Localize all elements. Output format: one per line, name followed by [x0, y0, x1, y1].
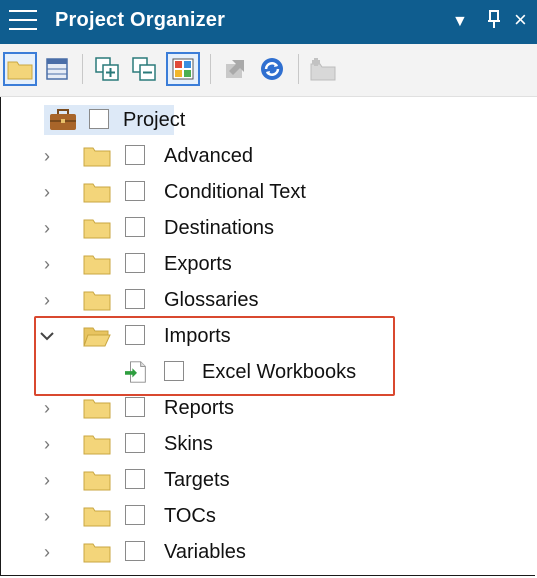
color-tiles-icon	[172, 58, 194, 80]
tree-item-destinations[interactable]: › Destinations	[0, 210, 520, 246]
folder-icon	[83, 255, 111, 275]
folder-icon	[83, 471, 111, 491]
tree-checkbox[interactable]	[125, 433, 145, 453]
folder-icon	[83, 543, 111, 563]
tree-checkbox[interactable]	[125, 289, 145, 309]
tree-item-conditional-text[interactable]: › Conditional Text	[0, 174, 520, 210]
folder-icon	[83, 183, 111, 203]
tree-checkbox[interactable]	[125, 469, 145, 489]
collapse-all-button[interactable]	[127, 52, 161, 86]
tree-item-label: Glossaries	[164, 289, 259, 311]
tree-item-advanced[interactable]: › Advanced	[0, 138, 520, 174]
refresh-icon	[261, 58, 283, 80]
tree-item-label: TOCs	[164, 505, 216, 527]
tree-checkbox[interactable]	[125, 397, 145, 417]
chevron-right-icon[interactable]: ›	[37, 396, 57, 420]
folder-view-icon	[7, 61, 33, 80]
chevron-right-icon[interactable]: ›	[37, 432, 57, 456]
panel-titlebar: Project Organizer ▼ ×	[0, 0, 537, 44]
close-icon[interactable]: ×	[514, 8, 527, 32]
chevron-right-icon[interactable]: ›	[37, 180, 57, 204]
tree-item-label: Conditional Text	[164, 181, 306, 203]
folder-icon	[83, 291, 111, 311]
tree-item-label: Skins	[164, 433, 213, 455]
chevron-right-icon[interactable]: ›	[37, 252, 57, 276]
tree-item-label: Project	[123, 109, 186, 131]
tree-checkbox[interactable]	[125, 217, 145, 237]
expand-all-icon	[95, 57, 119, 81]
folder-icon	[83, 219, 111, 239]
tree-item-glossaries[interactable]: › Glossaries	[0, 282, 520, 318]
chevron-right-icon[interactable]: ›	[37, 540, 57, 564]
grid-view-icon	[46, 58, 68, 80]
tree-checkbox[interactable]	[125, 505, 145, 525]
tree-checkbox[interactable]	[125, 145, 145, 165]
chevron-right-icon[interactable]: ›	[37, 144, 57, 168]
chevron-right-icon[interactable]: ›	[37, 288, 57, 312]
collapse-all-icon	[132, 57, 156, 81]
new-folder-button[interactable]	[306, 52, 340, 86]
panel-title: Project Organizer	[55, 9, 226, 31]
tree-item-label: Reports	[164, 397, 235, 419]
tree-item-label: Targets	[164, 469, 230, 491]
tree-item-skins[interactable]: › Skins	[0, 426, 520, 462]
tree-root-project[interactable]: Project	[0, 102, 520, 138]
refresh-button[interactable]	[255, 52, 289, 86]
folder-icon	[83, 399, 111, 419]
grid-view-button[interactable]	[40, 52, 74, 86]
tree-item-label: Variables	[164, 541, 246, 563]
briefcase-icon	[50, 109, 76, 130]
folder-icon	[83, 507, 111, 527]
folder-view-button[interactable]	[3, 52, 37, 86]
tree-item-targets[interactable]: › Targets	[0, 462, 520, 498]
imports-highlight-callout	[34, 316, 395, 396]
tree-item-label: Advanced	[164, 145, 253, 167]
pin-icon[interactable]	[487, 8, 501, 36]
hamburger-menu-icon[interactable]	[9, 10, 37, 32]
import-arrow-button[interactable]	[218, 52, 252, 86]
folder-icon	[83, 147, 111, 167]
dropdown-arrow-icon[interactable]: ▼	[452, 10, 468, 34]
folder-icon	[83, 435, 111, 455]
tree-item-label: Destinations	[164, 217, 275, 239]
tree-item-tocs[interactable]: › TOCs	[0, 498, 520, 534]
chevron-right-icon[interactable]: ›	[37, 504, 57, 528]
tree-checkbox[interactable]	[125, 181, 145, 201]
chevron-right-icon[interactable]: ›	[37, 468, 57, 492]
toolbar	[0, 44, 537, 97]
tree-item-exports[interactable]: › Exports	[0, 246, 520, 282]
expand-all-button[interactable]	[90, 52, 124, 86]
tree-checkbox[interactable]	[125, 253, 145, 273]
tree-checkbox[interactable]	[89, 109, 109, 129]
tree-item-label: Exports	[164, 253, 232, 275]
tree-item-variables[interactable]: › Variables	[0, 534, 520, 570]
import-arrow-icon	[226, 60, 244, 78]
new-folder-icon	[310, 58, 336, 81]
chevron-right-icon[interactable]: ›	[37, 216, 57, 240]
tree-checkbox[interactable]	[125, 541, 145, 561]
color-tiles-button[interactable]	[166, 52, 200, 86]
